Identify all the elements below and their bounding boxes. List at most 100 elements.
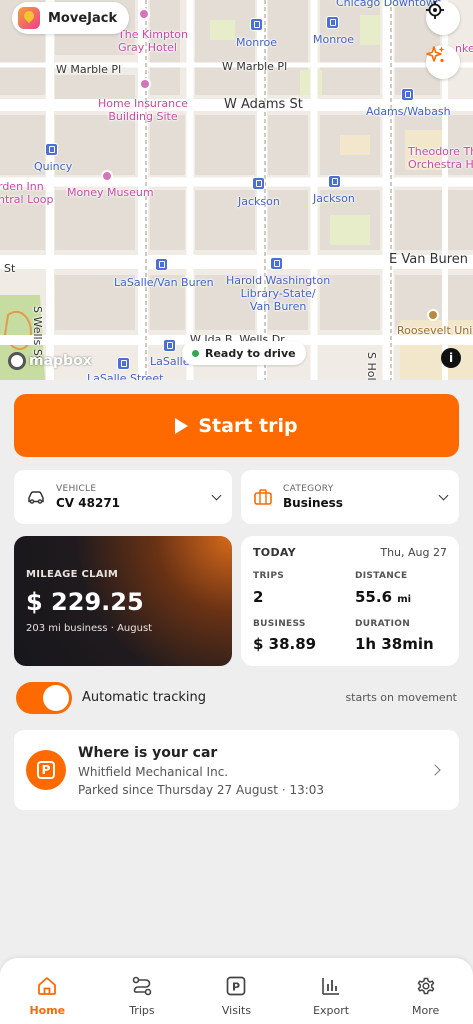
today-summary-card[interactable]: TODAY Thu, Aug 27 TRIPS 2 DISTANCE 55.6 … [241,536,459,666]
map-info-button[interactable]: i [441,348,461,368]
mapbox-label: mapbox [29,353,92,369]
map-label-roosevelt: Roosevelt Univ [397,324,473,337]
crosshair-icon [426,1,444,19]
poi-museum-icon [101,170,113,182]
car-location: Whitfield Mechanical Inc. [78,765,229,779]
transit-station-icon [163,339,176,352]
vehicle-value: CV 48271 [56,496,121,510]
parking-letter: P [37,761,55,779]
sparkle-icon [426,46,445,63]
map-label-lasalle-van-buren: LaSalle/Van Buren [114,276,214,289]
svg-text:P: P [232,981,240,994]
nav-home[interactable]: Home [0,958,95,1024]
automatic-tracking-toggle[interactable] [16,682,72,714]
map-label-kimpton: The Kimpton Gray Hotel [118,28,188,54]
chevron-down-icon [438,490,449,500]
car-parked-since: Parked since Thursday 27 August · 13:03 [78,783,325,797]
play-icon [175,417,189,434]
map-label-lasalle-street: LaSalle Street [87,372,164,380]
chevron-right-icon [429,764,441,776]
poi-university-icon [427,309,439,321]
nav-export[interactable]: Export [284,958,379,1024]
route-icon [130,974,154,998]
map-label-money-museum: Money Museum [67,186,154,199]
map-label-st: St [4,262,16,275]
business-caption: BUSINESS [253,619,306,629]
vehicle-select[interactable]: VEHICLE CV 48271 [14,470,232,524]
bottom-navigation: Home Trips P Visits Export More [0,958,473,1024]
distance-unit: mi [397,594,412,605]
start-trip-label: Start trip [198,414,298,437]
tracking-hint: starts on movement [345,691,457,704]
map-label-theodore: Theodore Th Orchestra H [408,145,473,171]
map-label-jackson-1: Jackson [238,195,280,208]
map-label-quincy: Quincy [34,160,73,173]
status-dot-icon [192,349,199,357]
map-label-home-insurance: Home Insurance Building Site [98,97,188,123]
distance-caption: DISTANCE [355,571,408,581]
mapbox-logo-icon [8,352,26,370]
claim-amount: $ 229.25 [26,588,144,616]
today-date: Thu, Aug 27 [380,546,447,559]
map-label-marble-1: W Marble Pl [56,63,122,76]
map-label-monroe-1: Monroe [236,36,277,49]
map-label-monroe-2: Monroe [313,33,354,46]
app-name: MoveJack [48,10,118,26]
chevron-down-icon [211,490,222,500]
poi-hotel-icon [138,8,150,20]
vehicle-caption: VEHICLE [56,484,97,494]
nav-visits[interactable]: P Visits [189,958,284,1024]
transit-station-icon [401,88,414,101]
home-icon [35,974,59,998]
nav-trips-label: Trips [129,1004,155,1017]
nav-more[interactable]: More [378,958,473,1024]
transit-station-icon [328,175,341,188]
drive-status-text: Ready to drive [205,346,296,360]
duration-value: 1h 38min [355,635,434,653]
nav-export-label: Export [313,1004,350,1017]
map-label-adams: W Adams St [224,97,303,112]
map-view[interactable]: The Kimpton Gray Hotel Monroe Monroe Chi… [0,0,473,380]
transit-station-icon [250,18,263,31]
today-title: TODAY [253,546,296,559]
map-label-jackson-2: Jackson [313,192,355,205]
category-value: Business [283,496,343,510]
business-value: $ 38.89 [253,635,317,653]
nav-home-label: Home [29,1004,66,1017]
sparkle-button[interactable] [426,45,460,79]
transit-station-icon [117,357,130,370]
info-icon: i [448,351,454,365]
claim-title: MILEAGE CLAIM [26,569,119,580]
movejack-logo-icon [18,7,40,29]
transit-station-icon [326,16,339,29]
duration-caption: DURATION [355,619,411,629]
app-brand: MoveJack [12,2,130,34]
where-is-car-card[interactable]: P Where is your car Whitfield Mechanical… [14,730,459,810]
transit-station-icon [45,143,58,156]
parking-icon: P [224,974,248,998]
toggle-knob [43,685,69,711]
parking-icon: P [26,750,66,790]
briefcase-icon [254,489,272,505]
map-label-s-hol: S Hol [365,352,378,380]
map-label-garden-inn: rden Inn ntral Loop [0,180,54,206]
car-icon [28,491,44,504]
start-trip-button[interactable]: Start trip [14,394,459,457]
car-card-title: Where is your car [78,745,218,761]
mapbox-attribution[interactable]: mapbox [8,352,92,370]
map-label-adams-wabash: Adams/Wabash [366,105,451,118]
distance-value: 55.6 mi [355,588,411,606]
category-caption: CATEGORY [283,484,334,494]
automatic-tracking-label: Automatic tracking [82,690,206,705]
mileage-claim-card[interactable]: MILEAGE CLAIM $ 229.25 203 mi business ·… [14,536,232,666]
category-select[interactable]: CATEGORY Business [241,470,459,524]
transit-station-icon [252,177,265,190]
bar-chart-icon [319,974,343,998]
nav-visits-label: Visits [221,1004,252,1017]
map-label-marble-2: W Marble Pl [222,60,288,73]
locate-button[interactable] [426,1,460,35]
poi-landmark-icon [139,78,151,90]
gear-icon [414,974,438,998]
nav-trips[interactable]: Trips [95,958,190,1024]
distance-number: 55.6 [355,588,393,606]
